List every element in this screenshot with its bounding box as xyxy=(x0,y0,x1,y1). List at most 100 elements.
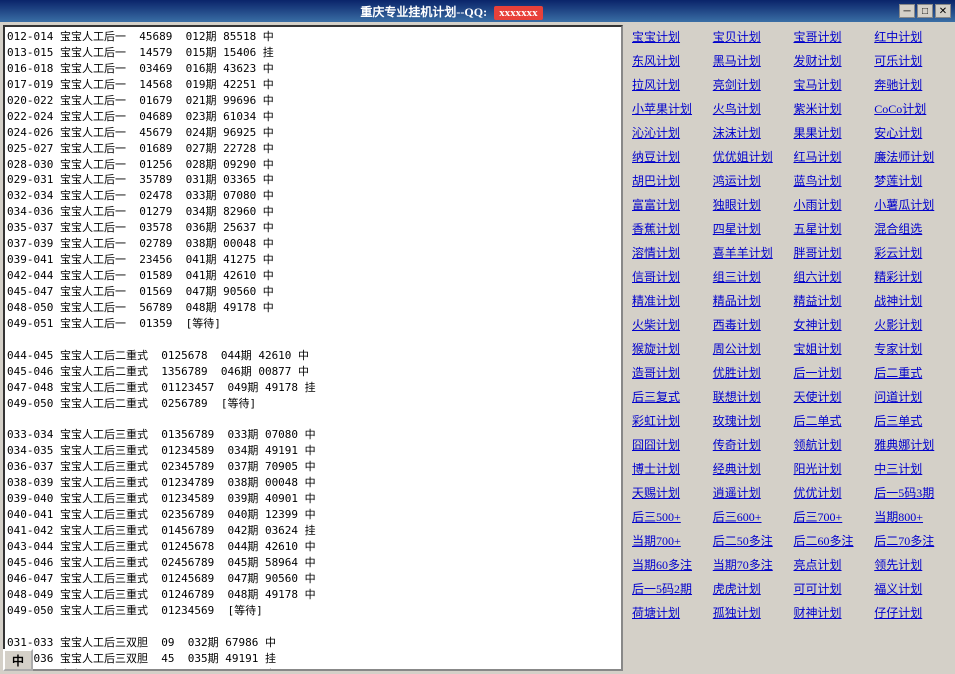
plan-link-34[interactable]: 五星计划 xyxy=(792,218,871,240)
plan-link-99[interactable]: 仔仔计划 xyxy=(872,602,951,624)
plan-link-76[interactable]: 天赐计划 xyxy=(630,482,709,504)
plan-link-4[interactable]: 东风计划 xyxy=(630,50,709,72)
plan-link-93[interactable]: 虎虎计划 xyxy=(711,578,790,600)
plan-link-68[interactable]: 囧囧计划 xyxy=(630,434,709,456)
plan-link-73[interactable]: 经典计划 xyxy=(711,458,790,480)
plan-link-21[interactable]: 优优姐计划 xyxy=(711,146,790,168)
plan-link-41[interactable]: 组三计划 xyxy=(711,266,790,288)
plan-link-39[interactable]: 彩云计划 xyxy=(872,242,951,264)
plan-link-35[interactable]: 混合组选 xyxy=(872,218,951,240)
plan-link-66[interactable]: 后二单式 xyxy=(792,410,871,432)
plan-link-67[interactable]: 后三单式 xyxy=(872,410,951,432)
close-button[interactable]: ✕ xyxy=(935,4,951,18)
plan-link-20[interactable]: 纳豆计划 xyxy=(630,146,709,168)
plan-link-61[interactable]: 联想计划 xyxy=(711,386,790,408)
plan-link-1[interactable]: 宝贝计划 xyxy=(711,26,790,48)
plan-link-2[interactable]: 宝哥计划 xyxy=(792,26,871,48)
plan-link-26[interactable]: 蓝鸟计划 xyxy=(792,170,871,192)
plan-link-54[interactable]: 宝姐计划 xyxy=(792,338,871,360)
plan-link-78[interactable]: 优优计划 xyxy=(792,482,871,504)
plan-link-0[interactable]: 宝宝计划 xyxy=(630,26,709,48)
plan-link-52[interactable]: 猴旋计划 xyxy=(630,338,709,360)
plan-link-33[interactable]: 四星计划 xyxy=(711,218,790,240)
plan-link-43[interactable]: 精彩计划 xyxy=(872,266,951,288)
plan-link-44[interactable]: 精准计划 xyxy=(630,290,709,312)
plan-link-27[interactable]: 梦莲计划 xyxy=(872,170,951,192)
plan-link-40[interactable]: 信哥计划 xyxy=(630,266,709,288)
plan-link-42[interactable]: 组六计划 xyxy=(792,266,871,288)
plan-link-6[interactable]: 发财计划 xyxy=(792,50,871,72)
plan-link-7[interactable]: 可乐计划 xyxy=(872,50,951,72)
plan-link-23[interactable]: 廉法师计划 xyxy=(872,146,951,168)
plan-link-65[interactable]: 玫瑰计划 xyxy=(711,410,790,432)
plan-link-98[interactable]: 财神计划 xyxy=(792,602,871,624)
plan-link-55[interactable]: 专家计划 xyxy=(872,338,951,360)
plan-link-94[interactable]: 可可计划 xyxy=(792,578,871,600)
plan-link-70[interactable]: 领航计划 xyxy=(792,434,871,456)
plan-link-11[interactable]: 奔驰计划 xyxy=(872,74,951,96)
plan-link-91[interactable]: 领先计划 xyxy=(872,554,951,576)
plan-link-46[interactable]: 精益计划 xyxy=(792,290,871,312)
plan-link-81[interactable]: 后三600+ xyxy=(711,506,790,528)
plan-link-48[interactable]: 火柴计划 xyxy=(630,314,709,336)
plan-link-10[interactable]: 宝马计划 xyxy=(792,74,871,96)
plan-link-30[interactable]: 小雨计划 xyxy=(792,194,871,216)
plan-link-59[interactable]: 后二重式 xyxy=(872,362,951,384)
plan-link-69[interactable]: 传奇计划 xyxy=(711,434,790,456)
plan-link-50[interactable]: 女神计划 xyxy=(792,314,871,336)
plan-link-88[interactable]: 当期60多注 xyxy=(630,554,709,576)
plan-link-62[interactable]: 天使计划 xyxy=(792,386,871,408)
plan-link-32[interactable]: 香蕉计划 xyxy=(630,218,709,240)
plan-link-60[interactable]: 后三复式 xyxy=(630,386,709,408)
plan-link-38[interactable]: 胖哥计划 xyxy=(792,242,871,264)
maximize-button[interactable]: □ xyxy=(917,4,933,18)
plan-link-63[interactable]: 问道计划 xyxy=(872,386,951,408)
plan-link-57[interactable]: 优胜计划 xyxy=(711,362,790,384)
plan-link-25[interactable]: 鸿运计划 xyxy=(711,170,790,192)
plan-link-85[interactable]: 后二50多注 xyxy=(711,530,790,552)
plan-link-83[interactable]: 当期800+ xyxy=(872,506,951,528)
plan-link-64[interactable]: 彩虹计划 xyxy=(630,410,709,432)
plan-link-15[interactable]: CoCo计划 xyxy=(872,98,951,120)
plan-link-14[interactable]: 紫米计划 xyxy=(792,98,871,120)
plan-link-22[interactable]: 红马计划 xyxy=(792,146,871,168)
plan-link-24[interactable]: 胡巴计划 xyxy=(630,170,709,192)
plan-link-5[interactable]: 黑马计划 xyxy=(711,50,790,72)
plan-link-47[interactable]: 战神计划 xyxy=(872,290,951,312)
plan-link-95[interactable]: 福义计划 xyxy=(872,578,951,600)
plan-link-28[interactable]: 富富计划 xyxy=(630,194,709,216)
plan-link-71[interactable]: 雅典娜计划 xyxy=(872,434,951,456)
plan-link-56[interactable]: 造哥计划 xyxy=(630,362,709,384)
plan-link-72[interactable]: 博士计划 xyxy=(630,458,709,480)
plan-link-82[interactable]: 后三700+ xyxy=(792,506,871,528)
plan-link-31[interactable]: 小薯瓜计划 xyxy=(872,194,951,216)
plan-link-9[interactable]: 亮剑计划 xyxy=(711,74,790,96)
plan-link-86[interactable]: 后二60多注 xyxy=(792,530,871,552)
plan-link-90[interactable]: 亮点计划 xyxy=(792,554,871,576)
plan-link-74[interactable]: 阳光计划 xyxy=(792,458,871,480)
plan-link-45[interactable]: 精品计划 xyxy=(711,290,790,312)
plan-link-49[interactable]: 西毒计划 xyxy=(711,314,790,336)
plan-link-3[interactable]: 红中计划 xyxy=(872,26,951,48)
plan-link-37[interactable]: 喜羊羊计划 xyxy=(711,242,790,264)
minimize-button[interactable]: ─ xyxy=(899,4,915,18)
plan-link-89[interactable]: 当期70多注 xyxy=(711,554,790,576)
plan-link-77[interactable]: 逍遥计划 xyxy=(711,482,790,504)
plan-link-96[interactable]: 荷塘计划 xyxy=(630,602,709,624)
plan-link-75[interactable]: 中三计划 xyxy=(872,458,951,480)
plan-link-19[interactable]: 安心计划 xyxy=(872,122,951,144)
plan-link-8[interactable]: 拉风计划 xyxy=(630,74,709,96)
plan-link-16[interactable]: 沁沁计划 xyxy=(630,122,709,144)
plan-link-36[interactable]: 溶情计划 xyxy=(630,242,709,264)
left-panel[interactable]: 012-014 宝宝人工后一 45689 012期 85518 中 013-01… xyxy=(3,25,623,671)
plan-link-87[interactable]: 后二70多注 xyxy=(872,530,951,552)
plan-link-97[interactable]: 孤独计划 xyxy=(711,602,790,624)
plan-link-92[interactable]: 后一5码2期 xyxy=(630,578,709,600)
plan-link-79[interactable]: 后一5码3期 xyxy=(872,482,951,504)
plan-link-80[interactable]: 后三500+ xyxy=(630,506,709,528)
plan-link-12[interactable]: 小苹果计划 xyxy=(630,98,709,120)
plan-link-51[interactable]: 火影计划 xyxy=(872,314,951,336)
plan-link-29[interactable]: 独眼计划 xyxy=(711,194,790,216)
plan-link-84[interactable]: 当期700+ xyxy=(630,530,709,552)
plan-link-18[interactable]: 果果计划 xyxy=(792,122,871,144)
